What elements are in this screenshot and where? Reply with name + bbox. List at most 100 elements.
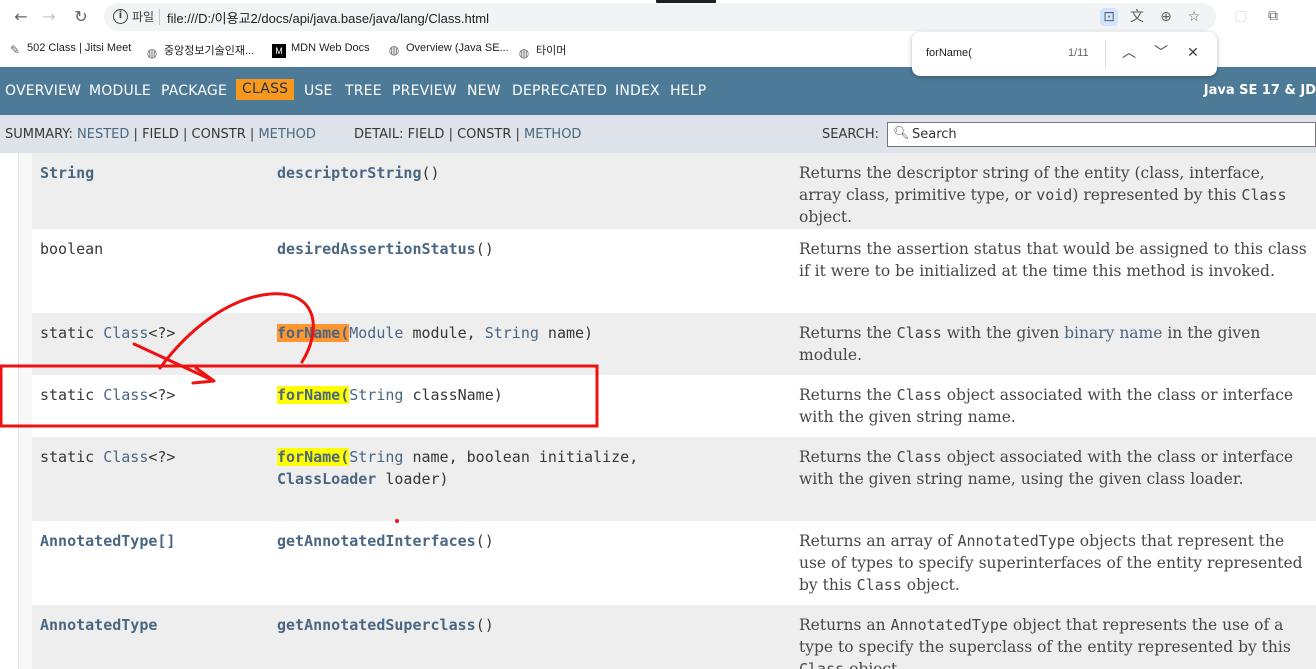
find-next-icon[interactable]: ﹀ bbox=[1151, 43, 1171, 63]
return-type-link[interactable]: AnnotatedType[] bbox=[40, 532, 175, 550]
bookmark-jitsi[interactable]: ✎ 502 Class | Jitsi Meet bbox=[8, 42, 131, 57]
return-type: static Class<?> bbox=[40, 386, 176, 404]
return-type-link[interactable]: AnnotatedType bbox=[40, 616, 157, 634]
table-row: AnnotatedType[] getAnnotatedInterfaces()… bbox=[32, 521, 1316, 605]
return-type-link[interactable]: Class bbox=[103, 448, 148, 466]
method-link[interactable]: desiredAssertionStatus bbox=[277, 240, 476, 258]
method-signature: forName(String className) bbox=[277, 386, 503, 404]
reload-icon[interactable]: ↻ bbox=[70, 6, 92, 28]
return-type: boolean bbox=[40, 240, 104, 258]
globe-icon: ◍ bbox=[388, 43, 400, 57]
java-version-label: Java SE 17 & JD bbox=[1203, 83, 1316, 98]
return-type: static Class<?> bbox=[40, 324, 176, 342]
javadoc-sub-nav: SUMMARY: NESTED | FIELD | CONSTR | METHO… bbox=[0, 115, 1316, 153]
method-description: Returns the Class object associated with… bbox=[799, 448, 1294, 488]
param-type-link[interactable]: String bbox=[485, 324, 539, 342]
search-icon: 🔍︎ bbox=[893, 126, 910, 141]
method-description: Returns an AnnotatedType object that rep… bbox=[799, 616, 1291, 669]
return-type: AnnotatedType[] bbox=[40, 530, 175, 552]
return-type-link[interactable]: String bbox=[40, 164, 94, 182]
param-type-link[interactable]: ClassLoader bbox=[277, 470, 376, 488]
method-description: Returns the assertion status that would … bbox=[799, 240, 1307, 280]
table-row: AnnotatedType getAnnotatedSuperclass() R… bbox=[32, 605, 1316, 669]
url-text[interactable]: file:///D:/이용교2/docs/api/java.base/java/… bbox=[167, 8, 489, 27]
find-match-highlight[interactable]: forName( bbox=[277, 448, 350, 466]
find-previous-icon[interactable]: ︿ bbox=[1119, 43, 1139, 63]
method-description: Returns the descriptor string of the ent… bbox=[799, 164, 1287, 226]
table-row: static Class<?> forName(String className… bbox=[32, 375, 1316, 437]
zoom-icon[interactable]: ⊕ bbox=[1157, 8, 1175, 26]
method-link[interactable]: getAnnotatedInterfaces bbox=[277, 532, 476, 550]
method-signature: forName(Module module, String name) bbox=[277, 324, 594, 342]
detail-constr: CONSTR bbox=[457, 127, 512, 142]
search-input[interactable]: 🔍︎ Search bbox=[887, 122, 1316, 147]
active-find-match[interactable]: forName( bbox=[277, 324, 350, 342]
binary-name-link[interactable]: binary name bbox=[1064, 324, 1162, 342]
find-match-highlight[interactable]: forName( bbox=[277, 386, 350, 404]
nav-tree[interactable]: TREE bbox=[345, 83, 382, 99]
address-bar[interactable]: i 파일 file:///D:/이용교2/docs/api/java.base/… bbox=[104, 3, 1216, 31]
param-type-link[interactable]: String bbox=[349, 448, 403, 466]
method-signature: descriptorString() bbox=[277, 164, 440, 182]
nav-help[interactable]: HELP bbox=[670, 83, 706, 99]
table-row: static Class<?> forName(Module module, S… bbox=[32, 313, 1316, 375]
detail-method-link[interactable]: METHOD bbox=[524, 127, 581, 142]
summary-nested-link[interactable]: NESTED bbox=[77, 127, 129, 142]
translate-icon[interactable]: 文 bbox=[1128, 8, 1146, 26]
bookmark-java-overview[interactable]: ◍ Overview (Java SE... bbox=[387, 42, 509, 57]
method-link[interactable]: getAnnotatedSuperclass bbox=[277, 616, 476, 634]
return-type-link[interactable]: Class bbox=[103, 386, 148, 404]
method-summary-table: String descriptorString() Returns the de… bbox=[32, 153, 1316, 669]
bookmark-ksinfo[interactable]: ◍ 중앙정보기술인재... bbox=[145, 42, 254, 60]
summary-constr: CONSTR bbox=[191, 127, 246, 142]
search-placeholder: Search bbox=[912, 127, 957, 142]
method-description: Returns the Class with the given binary … bbox=[799, 324, 1261, 364]
nav-preview[interactable]: PREVIEW bbox=[392, 83, 457, 99]
table-row: boolean desiredAssertionStatus() Returns… bbox=[32, 229, 1316, 313]
back-arrow-icon[interactable]: ← bbox=[10, 6, 32, 28]
info-icon[interactable]: i bbox=[113, 9, 128, 24]
nav-package[interactable]: PACKAGE bbox=[161, 83, 227, 99]
method-description: Returns the Class object associated with… bbox=[799, 386, 1294, 426]
nav-index[interactable]: INDEX bbox=[615, 83, 660, 99]
left-margin-rail bbox=[18, 153, 32, 669]
summary-method-link[interactable]: METHOD bbox=[258, 127, 315, 142]
nav-use[interactable]: USE bbox=[304, 83, 333, 99]
extension-placeholder-icon[interactable]: ▢ bbox=[1233, 8, 1249, 24]
bookmark-timer[interactable]: ◍ 타이머 bbox=[517, 42, 567, 60]
scheme-chip[interactable]: 파일 bbox=[132, 8, 154, 25]
browser-toolbar: ← → ↻ i 파일 file:///D:/이용교2/docs/api/java… bbox=[0, 0, 1316, 34]
find-match-count: 1/11 bbox=[1068, 47, 1089, 59]
jitsi-icon: ✎ bbox=[9, 43, 21, 57]
nav-overview[interactable]: OVERVIEW bbox=[5, 83, 81, 99]
forward-arrow-icon[interactable]: → bbox=[38, 6, 60, 28]
table-row: static Class<?> forName(String name, boo… bbox=[32, 437, 1316, 521]
globe-icon: ◍ bbox=[518, 46, 530, 60]
bookmark-star-icon[interactable]: ☆ bbox=[1185, 8, 1203, 26]
search-label: SEARCH: bbox=[822, 127, 879, 142]
return-type-link[interactable]: Class bbox=[103, 324, 148, 342]
summary-links: SUMMARY: NESTED | FIELD | CONSTR | METHO… bbox=[5, 127, 316, 142]
method-signature: getAnnotatedInterfaces() bbox=[277, 532, 494, 550]
extensions-puzzle-icon[interactable]: ⧉ bbox=[1265, 8, 1281, 24]
bookmark-mdn[interactable]: M MDN Web Docs bbox=[272, 42, 370, 58]
nav-new[interactable]: NEW bbox=[467, 83, 501, 99]
nav-deprecated[interactable]: DEPRECATED bbox=[512, 83, 607, 99]
detail-field: FIELD bbox=[407, 127, 445, 142]
find-in-page-icon[interactable]: ⊡ bbox=[1100, 8, 1118, 26]
param-type-link[interactable]: String bbox=[349, 386, 403, 404]
detail-links: DETAIL: FIELD | CONSTR | METHOD bbox=[354, 127, 582, 142]
param-type-link[interactable]: Module bbox=[349, 324, 403, 342]
return-type: String bbox=[40, 162, 94, 184]
method-signature: getAnnotatedSuperclass() bbox=[277, 616, 494, 634]
method-link[interactable]: descriptorString bbox=[277, 164, 422, 182]
find-input[interactable]: forName( bbox=[926, 47, 972, 59]
nav-module[interactable]: MODULE bbox=[89, 83, 151, 99]
method-signature: forName(String name, boolean initialize,… bbox=[277, 448, 639, 488]
find-close-icon[interactable]: ✕ bbox=[1183, 43, 1203, 63]
return-type: AnnotatedType bbox=[40, 614, 157, 636]
return-type: static Class<?> bbox=[40, 448, 176, 466]
table-row: String descriptorString() Returns the de… bbox=[32, 153, 1316, 229]
address-separator bbox=[159, 9, 160, 25]
method-description: Returns an array of AnnotatedType object… bbox=[799, 532, 1303, 594]
